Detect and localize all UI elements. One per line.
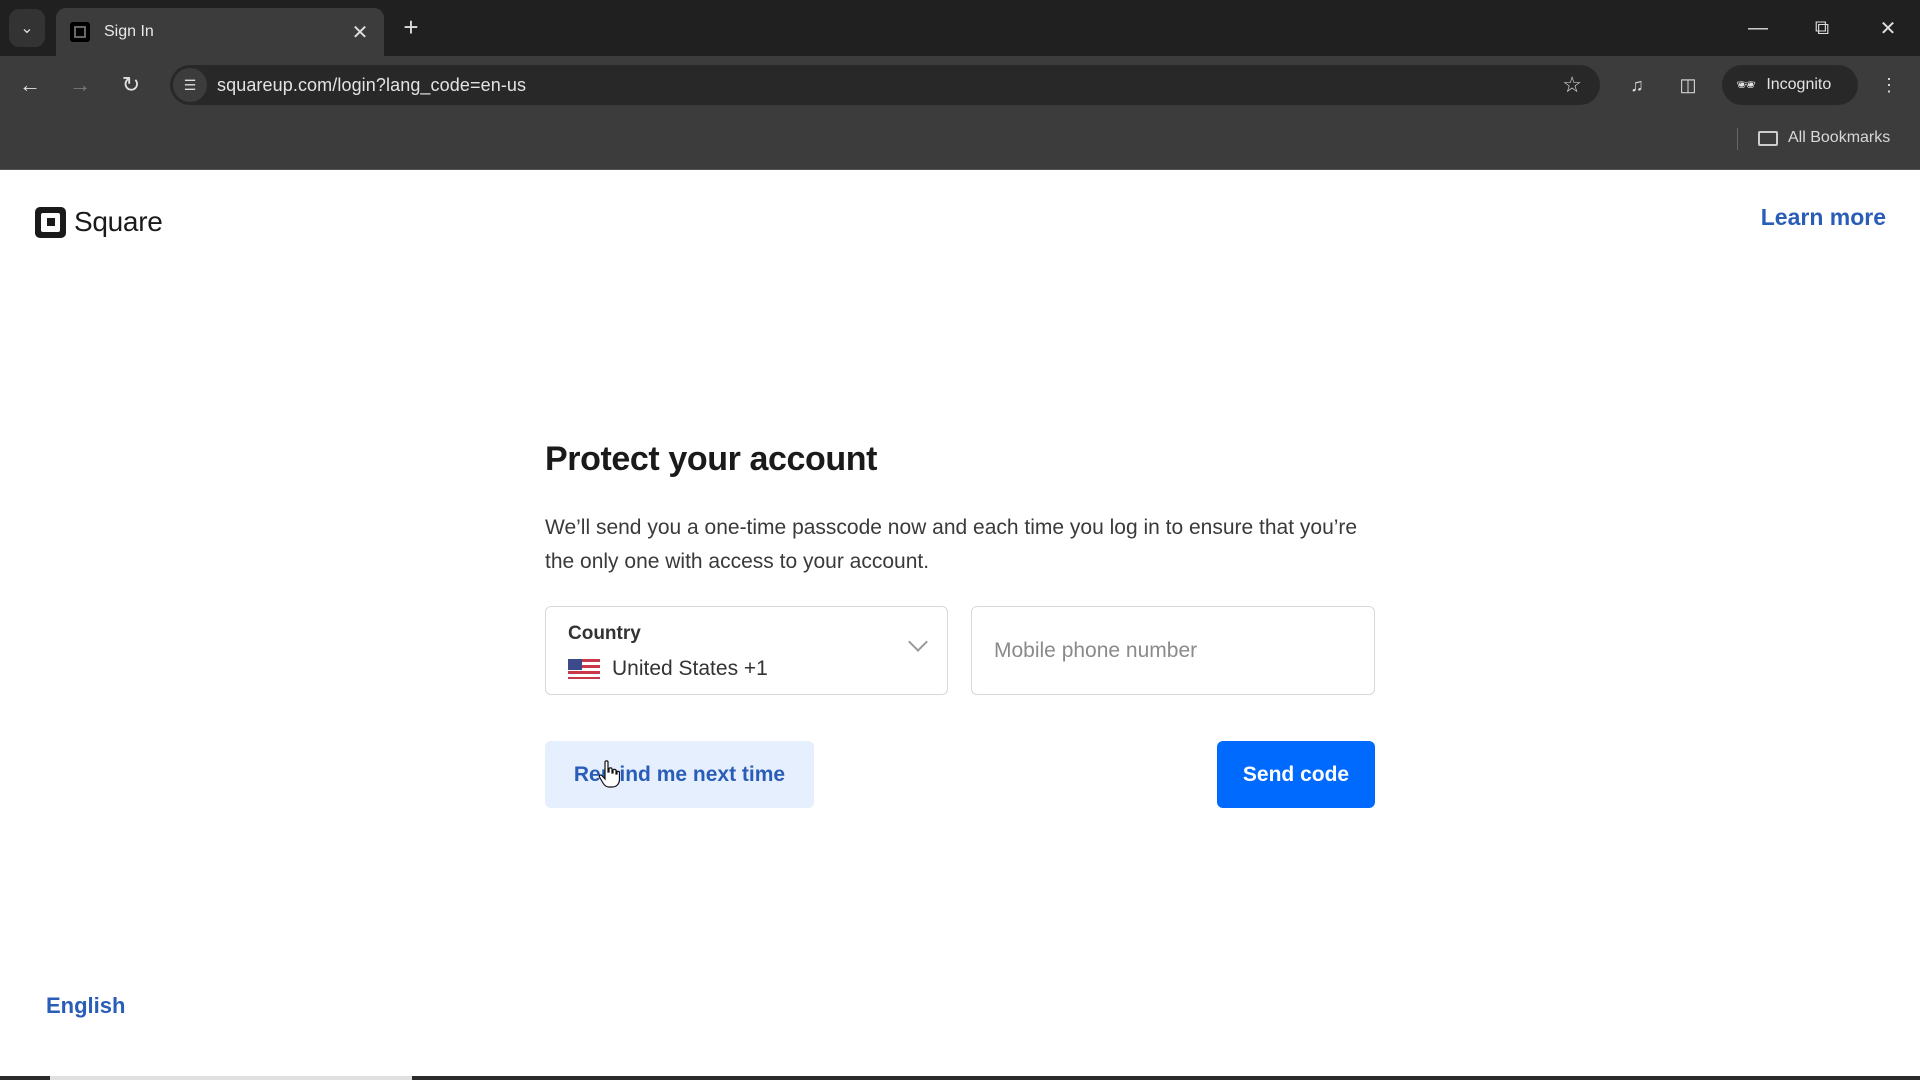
- bookmarks-separator: [1737, 128, 1738, 150]
- chevron-down-icon: [908, 632, 928, 652]
- url-text[interactable]: squareup.com/login?lang_code=en-us: [217, 75, 1562, 96]
- reload-button[interactable]: ↻: [114, 68, 148, 102]
- bookmarks-bar: All Bookmarks: [0, 114, 1920, 170]
- close-icon: ✕: [1879, 17, 1897, 40]
- hand-cursor-icon: [598, 760, 620, 788]
- plus-icon: +: [403, 11, 419, 42]
- country-select[interactable]: Country United States +1: [545, 606, 948, 695]
- arrow-right-icon: →: [69, 72, 91, 97]
- window-close-button[interactable]: ✕: [1868, 10, 1908, 46]
- media-control-button[interactable]: ♫: [1620, 68, 1654, 102]
- browser-tab-strip: ⌄ Sign In ✕ + — ⧉ ✕: [0, 0, 1920, 56]
- incognito-label: Incognito: [1766, 76, 1832, 93]
- learn-more-link[interactable]: Learn more: [1761, 204, 1886, 231]
- taskbar-segment: [50, 1076, 412, 1080]
- arrow-left-icon: ←: [19, 72, 41, 97]
- country-value-text: United States +1: [612, 657, 768, 680]
- phone-form: Country United States +1: [545, 606, 1375, 696]
- chevron-down-icon: ⌄: [20, 20, 34, 37]
- square-logo[interactable]: Square: [35, 206, 163, 238]
- protect-account-section: Protect your account We’ll send you a on…: [545, 440, 1375, 579]
- side-panel-icon: ◫: [1679, 74, 1697, 95]
- restore-icon: ⧉: [1814, 16, 1830, 39]
- all-bookmarks-label: All Bookmarks: [1788, 129, 1891, 146]
- country-value: United States +1: [568, 657, 768, 681]
- back-button[interactable]: ←: [13, 68, 47, 102]
- minimize-button[interactable]: —: [1738, 10, 1778, 46]
- bottom-taskbar: [0, 1076, 1920, 1080]
- restore-button[interactable]: ⧉: [1802, 10, 1842, 46]
- tab-title: Sign In: [104, 23, 154, 40]
- all-bookmarks-button[interactable]: All Bookmarks: [1758, 126, 1890, 150]
- square-favicon-icon: [70, 22, 90, 42]
- media-control-icon: ♫: [1630, 74, 1644, 95]
- browser-tab[interactable]: Sign In ✕: [56, 8, 384, 56]
- browser-toolbar: ← → ↻ ☰ squareup.com/login?lang_code=en-…: [0, 56, 1920, 114]
- folder-icon: [1758, 130, 1778, 146]
- new-tab-button[interactable]: +: [396, 12, 426, 42]
- address-bar[interactable]: ☰ squareup.com/login?lang_code=en-us ☆: [170, 65, 1600, 105]
- tab-search-button[interactable]: ⌄: [9, 9, 45, 47]
- square-logo-icon: [35, 206, 66, 238]
- remind-me-next-time-button[interactable]: Remind me next time: [545, 741, 814, 808]
- site-info-button[interactable]: ☰: [173, 68, 207, 102]
- side-panel-button[interactable]: ◫: [1671, 68, 1705, 102]
- reload-icon: ↻: [121, 72, 141, 97]
- forward-button[interactable]: →: [63, 68, 97, 102]
- page-title: Protect your account: [545, 440, 878, 478]
- minimize-icon: —: [1748, 16, 1768, 39]
- country-label: Country: [568, 623, 641, 644]
- form-actions: Remind me next time Send code: [545, 741, 1375, 809]
- page-content: Square Learn more Protect your account W…: [0, 170, 1920, 1080]
- mobile-phone-input[interactable]: [971, 606, 1375, 695]
- star-icon[interactable]: ☆: [1562, 72, 1582, 98]
- send-code-button[interactable]: Send code: [1217, 741, 1375, 808]
- language-selector-link[interactable]: English: [46, 993, 125, 1019]
- incognito-indicator[interactable]: 🕶 Incognito: [1722, 65, 1858, 105]
- kebab-menu-icon: ⋮: [1880, 74, 1898, 95]
- us-flag-icon: [568, 659, 600, 679]
- incognito-icon: 🕶: [1736, 77, 1757, 94]
- browser-menu-button[interactable]: ⋮: [1872, 68, 1906, 102]
- close-icon[interactable]: ✕: [346, 20, 374, 45]
- brand-name: Square: [74, 206, 163, 237]
- description-text: We’ll send you a one-time passcode now a…: [545, 516, 1358, 573]
- tune-icon: ☰: [183, 76, 197, 93]
